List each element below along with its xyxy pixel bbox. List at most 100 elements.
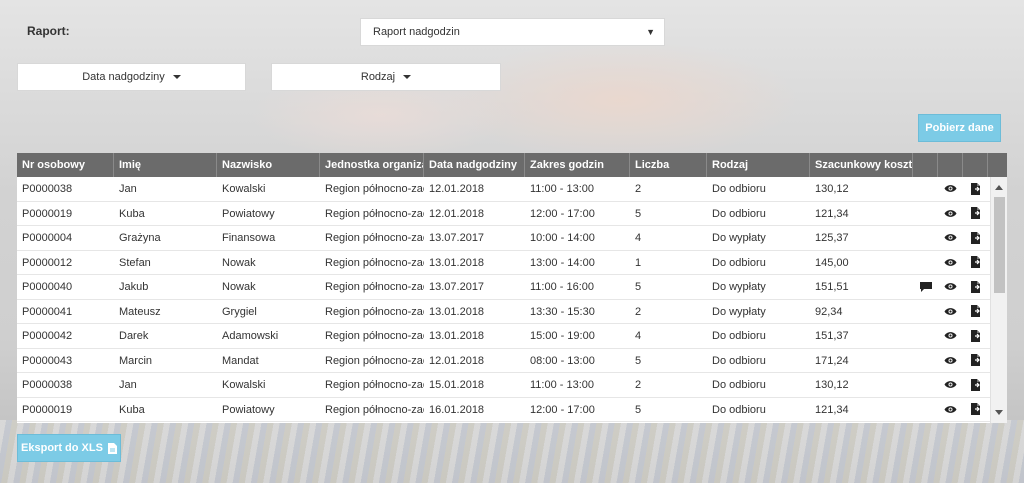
document-icon[interactable] bbox=[963, 226, 988, 250]
table-cell: Do odbioru bbox=[712, 183, 766, 195]
eye-icon[interactable] bbox=[938, 349, 963, 373]
table-cell: 11:00 - 13:00 bbox=[530, 183, 595, 195]
table-cell: 12.01.2018 bbox=[429, 354, 485, 367]
table-cell: 130,12 bbox=[815, 379, 849, 391]
table-cell: Kuba bbox=[119, 403, 145, 416]
table-cell: Nowak bbox=[222, 256, 256, 269]
eye-icon[interactable] bbox=[938, 275, 963, 299]
column-header[interactable]: Liczba bbox=[630, 153, 707, 177]
table-cell: Do odbioru bbox=[712, 330, 766, 342]
scroll-up-icon[interactable] bbox=[995, 185, 1003, 190]
column-header[interactable]: Data nadgodziny bbox=[424, 153, 525, 177]
report-label: Raport: bbox=[27, 24, 70, 38]
empty-icon-cell bbox=[913, 226, 938, 250]
empty-icon-cell bbox=[913, 324, 938, 348]
column-header[interactable]: Zakres godzin bbox=[525, 153, 630, 177]
table-row[interactable]: P0000038 Jan Kowalski Region północno-zach.… bbox=[17, 373, 1007, 398]
table-cell: Jakub bbox=[119, 281, 149, 293]
table-cell: Powiatowy bbox=[222, 403, 275, 416]
document-icon[interactable] bbox=[963, 300, 988, 324]
table-cell: 5 bbox=[635, 281, 642, 293]
table-cell: 125,37 bbox=[815, 232, 849, 244]
table-cell: Do odbioru bbox=[712, 256, 766, 269]
eye-icon[interactable] bbox=[938, 177, 963, 201]
report-select[interactable]: Raport nadgodzin ▼ bbox=[360, 18, 665, 46]
eye-icon[interactable] bbox=[938, 300, 963, 324]
document-icon[interactable] bbox=[963, 202, 988, 226]
table-cell: 12.01.2018 bbox=[429, 183, 485, 195]
eye-icon[interactable] bbox=[938, 398, 963, 422]
table-cell: Region północno-zach... bbox=[325, 330, 424, 342]
scroll-down-icon[interactable] bbox=[995, 410, 1003, 415]
table-cell: 13.01.2018 bbox=[429, 330, 485, 342]
filter-date-button[interactable]: Data nadgodziny bbox=[17, 63, 246, 91]
column-header[interactable]: Imię bbox=[114, 153, 217, 177]
document-icon[interactable] bbox=[963, 324, 988, 348]
table-row[interactable]: P0000019 Kuba Powiatowy Region północno-zac… bbox=[17, 398, 1007, 422]
export-xls-label: Eksport do XLS bbox=[21, 442, 103, 454]
table-cell: P0000043 bbox=[22, 354, 73, 367]
eye-icon[interactable] bbox=[938, 202, 963, 226]
table-cell: P0000019 bbox=[22, 207, 73, 220]
table-row[interactable]: P0000040 Jakub Nowak Region północno-zach..… bbox=[17, 275, 1007, 300]
eye-icon[interactable] bbox=[938, 373, 963, 397]
table-row[interactable]: P0000019 Kuba Powiatowy Region północno-zac… bbox=[17, 202, 1007, 226]
table-cell: 92,34 bbox=[815, 305, 843, 318]
table-cell: 15.01.2018 bbox=[429, 379, 485, 391]
table-row[interactable]: P0000038 Jan Kowalski Region północno-zach.… bbox=[17, 177, 1007, 202]
column-header[interactable]: Nr osobowy bbox=[17, 153, 114, 177]
empty-icon-cell bbox=[913, 251, 938, 275]
empty-icon-cell bbox=[913, 349, 938, 373]
empty-icon-cell bbox=[913, 202, 938, 226]
table-cell: Finansowa bbox=[222, 232, 276, 244]
table-cell: Powiatowy bbox=[222, 207, 275, 220]
vertical-scrollbar[interactable] bbox=[990, 177, 1007, 423]
table-row[interactable]: P0000043 Marcin Mandat Region północno-zach… bbox=[17, 349, 1007, 373]
table-cell: Region północno-zach... bbox=[325, 305, 424, 318]
table-cell: 13.07.2017 bbox=[429, 232, 485, 244]
column-header[interactable]: Jednostka organiza... bbox=[320, 153, 424, 177]
eye-icon[interactable] bbox=[938, 226, 963, 250]
eye-icon[interactable] bbox=[938, 251, 963, 275]
table-cell: Kuba bbox=[119, 207, 145, 220]
chevron-down-icon: ▼ bbox=[646, 27, 655, 37]
document-icon[interactable] bbox=[963, 373, 988, 397]
table-cell: 12:00 - 17:00 bbox=[530, 403, 595, 416]
comment-icon[interactable] bbox=[913, 275, 938, 299]
empty-icon-cell bbox=[913, 177, 938, 201]
table-cell: P0000040 bbox=[22, 281, 73, 293]
document-icon[interactable] bbox=[963, 275, 988, 299]
table-row[interactable]: P0000041 Mateusz Grygiel Region północno-za… bbox=[17, 300, 1007, 324]
table-cell: 16.01.2018 bbox=[429, 403, 485, 416]
table-cell: Region północno-zach... bbox=[325, 256, 424, 269]
column-header[interactable]: Nazwisko bbox=[217, 153, 320, 177]
table-cell: P0000012 bbox=[22, 256, 73, 269]
filter-type-button[interactable]: Rodzaj bbox=[271, 63, 501, 91]
table-row[interactable]: P0000012 Stefan Nowak Region północno-zach.… bbox=[17, 251, 1007, 275]
column-header[interactable]: Rodzaj bbox=[707, 153, 810, 177]
scroll-thumb[interactable] bbox=[994, 197, 1005, 293]
table-cell: 12.01.2018 bbox=[429, 207, 485, 220]
background-stripes bbox=[0, 420, 1024, 483]
table-cell: 151,37 bbox=[815, 330, 849, 342]
export-xls-button[interactable]: Eksport do XLS bbox=[17, 434, 121, 462]
table-cell: Jan bbox=[119, 183, 137, 195]
table-cell: Mateusz bbox=[119, 305, 161, 318]
column-header[interactable]: Szacunkowy koszt ... bbox=[810, 153, 913, 177]
document-icon[interactable] bbox=[963, 251, 988, 275]
table-header: Nr osobowyImięNazwiskoJednostka organiza… bbox=[17, 153, 1007, 177]
table-cell: 12:00 - 17:00 bbox=[530, 207, 595, 220]
empty-icon-cell bbox=[913, 300, 938, 324]
table-row[interactable]: P0000004 Grażyna Finansowa Region północno-… bbox=[17, 226, 1007, 251]
document-icon[interactable] bbox=[963, 177, 988, 201]
document-icon[interactable] bbox=[963, 349, 988, 373]
document-icon[interactable] bbox=[963, 398, 988, 422]
table-cell: Mandat bbox=[222, 354, 259, 367]
table-cell: 10:00 - 14:00 bbox=[530, 232, 595, 244]
fetch-data-button[interactable]: Pobierz dane bbox=[918, 114, 1001, 142]
table-row[interactable]: P0000042 Darek Adamowski Region północno-za… bbox=[17, 324, 1007, 349]
eye-icon[interactable] bbox=[938, 324, 963, 348]
table-cell: Do wypłaty bbox=[712, 305, 766, 318]
table-cell: 13.07.2017 bbox=[429, 281, 485, 293]
table-cell: Region północno-zach... bbox=[325, 232, 424, 244]
